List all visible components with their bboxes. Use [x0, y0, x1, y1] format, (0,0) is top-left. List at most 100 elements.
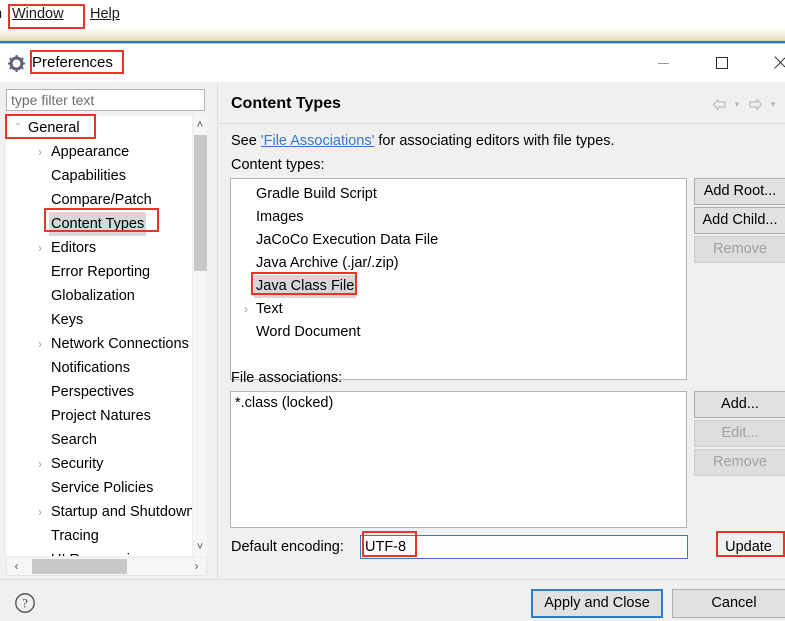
- preference-tree[interactable]: ˇ General › Appearance Capabilities Compare/P…: [6, 116, 207, 556]
- update-encoding-button[interactable]: Update: [711, 535, 785, 560]
- content-type-label: Text: [256, 301, 283, 317]
- add-child-button[interactable]: Add Child...: [694, 207, 785, 234]
- content-types-label: Content types:: [231, 157, 325, 173]
- file-associations-list[interactable]: *.class (locked): [230, 391, 687, 528]
- sidebar-item-label: Security: [51, 456, 104, 472]
- add-root-button[interactable]: Add Root...: [694, 178, 785, 205]
- filter-input[interactable]: [6, 89, 205, 111]
- cancel-button[interactable]: Cancel: [672, 589, 785, 618]
- chevron-right-icon[interactable]: ›: [33, 332, 47, 356]
- sidebar-item-keys[interactable]: Keys: [6, 308, 192, 332]
- close-button[interactable]: [757, 44, 785, 82]
- sidebar-item-appearance[interactable]: › Appearance: [6, 140, 192, 164]
- sidebar-item-label: Content Types: [49, 212, 147, 236]
- chevron-right-icon[interactable]: ›: [33, 500, 47, 524]
- sidebar-item-label: Tracing: [51, 528, 99, 544]
- sidebar-item-search[interactable]: Search: [6, 428, 192, 452]
- description-line: See 'File Associations' for associating …: [231, 133, 615, 149]
- description-suffix: for associating editors with file types.: [374, 133, 615, 149]
- menu-item-window[interactable]: Window: [12, 6, 64, 22]
- content-type-label: Gradle Build Script: [256, 186, 377, 202]
- sidebar-item-label: Search: [51, 432, 97, 448]
- sidebar-item-compare-patch[interactable]: Compare/Patch: [6, 188, 192, 212]
- menu-item-clipped[interactable]: n: [0, 6, 2, 22]
- sidebar-item-label: Globalization: [51, 288, 135, 304]
- scroll-up-icon[interactable]: ˄: [193, 117, 207, 133]
- menu-bar: n Window Help: [0, 0, 785, 28]
- content-type-row[interactable]: Word Document: [231, 321, 686, 344]
- sidebar-item-globalization[interactable]: Globalization: [6, 284, 192, 308]
- chevron-right-icon[interactable]: ›: [239, 298, 253, 321]
- sidebar-item-project-natures[interactable]: Project Natures: [6, 404, 192, 428]
- page-title: Content Types: [231, 95, 341, 112]
- edit-file-association-button: Edit...: [694, 420, 785, 447]
- default-encoding-label: Default encoding:: [231, 539, 344, 555]
- back-dropdown-caret-icon[interactable]: ▾: [731, 94, 743, 114]
- content-type-row[interactable]: Gradle Build Script: [231, 183, 686, 206]
- sidebar-item-notifications[interactable]: Notifications: [6, 356, 192, 380]
- tree-horizontal-scrollbar[interactable]: ‹ ›: [6, 558, 207, 576]
- tree-vertical-scrollbar[interactable]: ˄ ˅: [192, 116, 207, 556]
- sidebar-item-label: Service Policies: [51, 480, 154, 496]
- sidebar-item-label: Capabilities: [51, 168, 126, 184]
- help-question-icon[interactable]: ?: [14, 592, 36, 614]
- sidebar-item-startup-and-shutdown[interactable]: › Startup and Shutdown: [6, 500, 195, 524]
- content-type-label: Images: [256, 209, 304, 225]
- sidebar-item-editors[interactable]: › Editors: [6, 236, 192, 260]
- scroll-right-icon[interactable]: ›: [188, 558, 205, 574]
- content-type-row[interactable]: Java Archive (.jar/.zip): [231, 252, 686, 275]
- sidebar-item-network-connections[interactable]: › Network Connections: [6, 332, 192, 356]
- forward-arrow-icon[interactable]: [745, 94, 765, 114]
- content-types-list[interactable]: Gradle Build Script Images JaCoCo Executio…: [230, 178, 687, 380]
- sidebar-item-label: Appearance: [51, 144, 130, 160]
- background-toolbar: [0, 28, 785, 68]
- apply-and-close-button[interactable]: Apply and Close: [531, 589, 663, 618]
- sidebar-item-label: Keys: [51, 312, 84, 328]
- chevron-right-icon[interactable]: ›: [33, 236, 47, 260]
- maximize-button[interactable]: [699, 44, 745, 82]
- maximize-icon: [716, 57, 728, 69]
- sidebar-item-label: Compare/Patch: [51, 192, 152, 208]
- dialog-title-bar: Preferences: [0, 44, 785, 82]
- back-arrow-icon[interactable]: [709, 94, 729, 114]
- sidebar-item-content-types[interactable]: Content Types: [6, 212, 192, 236]
- minimize-button[interactable]: [640, 44, 686, 82]
- sidebar-item-ui-responsiveness[interactable]: UI Responsiveness: [6, 548, 192, 556]
- dialog-title: Preferences: [32, 54, 113, 71]
- hscroll-thumb[interactable]: [32, 559, 127, 574]
- preferences-dialog: Preferences ˇGeneral›AppearanceCapabilit…: [0, 43, 785, 621]
- sidebar-item-label: Perspectives: [51, 384, 135, 400]
- sidebar-item-service-policies[interactable]: Service Policies: [6, 476, 192, 500]
- file-associations-link[interactable]: 'File Associations': [261, 133, 375, 149]
- forward-dropdown-caret-icon[interactable]: ▾: [767, 94, 779, 114]
- content-type-label: Java Archive (.jar/.zip): [256, 255, 399, 271]
- preferences-sidebar: ˇGeneral›AppearanceCapabilitiesCompare/P…: [0, 82, 217, 579]
- page-navigation: ▾ ▾: [709, 94, 779, 114]
- menu-item-help[interactable]: Help: [90, 6, 120, 22]
- chevron-right-icon[interactable]: ›: [33, 140, 47, 164]
- scroll-down-icon[interactable]: ˅: [193, 539, 207, 555]
- sidebar-item-general[interactable]: ˇ General: [6, 116, 192, 140]
- content-type-row[interactable]: JaCoCo Execution Data File: [231, 229, 686, 252]
- sidebar-item-security[interactable]: › Security: [6, 452, 192, 476]
- sidebar-item-perspectives[interactable]: Perspectives: [6, 380, 192, 404]
- content-type-row[interactable]: Images: [231, 206, 686, 229]
- add-file-association-button[interactable]: Add...: [694, 391, 785, 418]
- sidebar-item-label: Notifications: [51, 360, 130, 376]
- sidebar-item-error-reporting[interactable]: Error Reporting: [6, 260, 192, 284]
- sidebar-item-label: General: [28, 120, 80, 136]
- close-icon: [773, 56, 785, 70]
- default-encoding-input[interactable]: [360, 535, 688, 559]
- scroll-thumb[interactable]: [194, 135, 207, 271]
- chevron-down-icon[interactable]: ˇ: [11, 116, 25, 140]
- file-association-row[interactable]: *.class (locked): [231, 392, 686, 415]
- minimize-icon: [657, 62, 669, 64]
- sidebar-item-capabilities[interactable]: Capabilities: [6, 164, 192, 188]
- sidebar-item-tracing[interactable]: Tracing: [6, 524, 192, 548]
- menu-item-window-label: Window: [12, 6, 64, 22]
- remove-content-type-button: Remove: [694, 236, 785, 263]
- content-type-row[interactable]: › Text: [231, 298, 686, 321]
- chevron-right-icon[interactable]: ›: [33, 452, 47, 476]
- scroll-left-icon[interactable]: ‹: [8, 558, 25, 574]
- content-type-row[interactable]: Java Class File: [231, 275, 686, 298]
